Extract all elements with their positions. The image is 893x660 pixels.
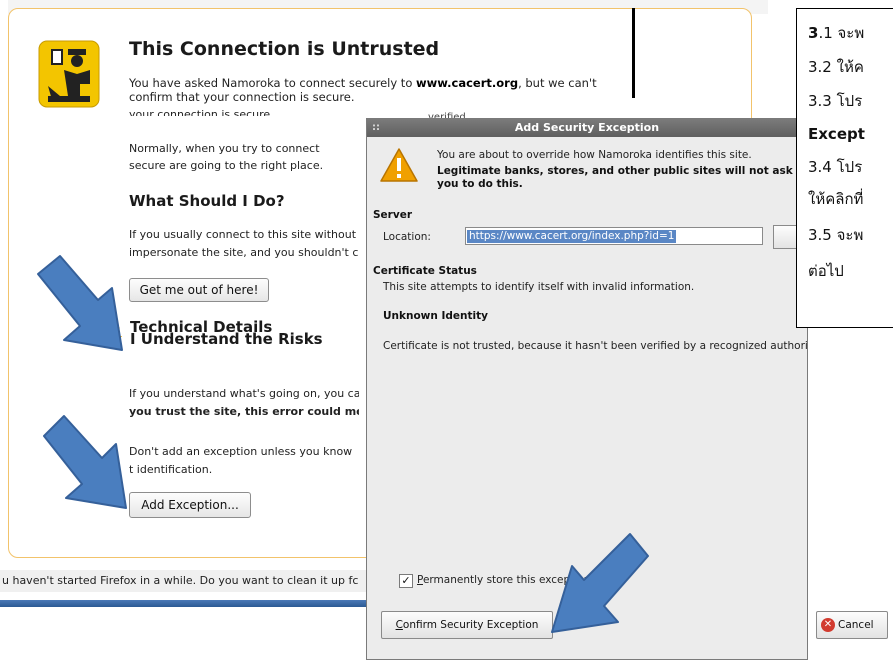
instruction-text: 3.2 ให้ค [808, 58, 864, 76]
intro-prefix: You have asked Namoroka to connect secur… [129, 76, 417, 90]
add-exception-button[interactable]: Add Exception... [129, 492, 251, 518]
usually-connect-text: If you usually connect to this site with… [129, 228, 359, 259]
normally-text: Normally, when you try to connect secure… [129, 142, 324, 172]
dont-add-text: Don't add an exception unless you know t… [129, 445, 353, 476]
titlebar-grip-icon[interactable]: :: [372, 119, 380, 137]
dialog-titlebar[interactable]: :: Add Security Exception [367, 119, 807, 137]
divider-line [632, 8, 635, 98]
understand-line: If you understand what's going on, you c… [129, 387, 359, 400]
cancel-icon: ✕ [821, 618, 835, 632]
cleanup-notification: u haven't started Firefox in a while. Do… [0, 570, 372, 592]
instruction-text: 3.3 โปร [808, 92, 863, 110]
confirm-security-exception-button[interactable]: Confirm Security Exception [381, 611, 553, 639]
page-title: This Connection is Untrusted [129, 38, 440, 60]
location-value[interactable]: https://www.cacert.org/index.php?id=1 [467, 230, 677, 243]
dialog-title: Add Security Exception [514, 121, 660, 134]
instruction-number: 3 [808, 24, 819, 42]
instruction-text: ให้คลิกที่ [808, 190, 864, 208]
instruction-text: 3.4 โปร [808, 158, 863, 176]
instruction-line: 3.4 โปร [808, 155, 862, 179]
intro-site: www.cacert.org [416, 76, 519, 90]
understand-bold-line: you trust the site, this error could mea… [129, 405, 359, 418]
instruction-line: ต่อไป [808, 259, 844, 283]
intro-text: You have asked Namoroka to connect secur… [129, 76, 609, 104]
instruction-text: Except [808, 125, 865, 143]
instruction-text: 3.5 จะพ [808, 226, 864, 244]
blue-arrow-add-exception [43, 415, 127, 509]
instruction-line: 3.3 โปร [808, 89, 862, 113]
server-heading: Server [373, 209, 413, 221]
intro-repeat-text: your connection is secure. [129, 108, 274, 116]
legitimate-sites-message: Legitimate banks, stores, and other publ… [437, 165, 793, 190]
not-trusted-text: Certificate is not trusted, because it h… [383, 340, 807, 352]
location-label: Location: [383, 231, 431, 243]
cancel-button[interactable]: ✕ Cancel [816, 611, 888, 639]
get-me-out-button[interactable]: Get me out of here! [129, 278, 269, 302]
instruction-text: .1 จะพ [818, 24, 865, 42]
instruction-box: 3.1 จะพ 3.2 ให้ค 3.3 โปร Except 3.4 โปรให้คล… [796, 8, 893, 328]
permanently-store-checkbox[interactable]: ✓ [399, 574, 413, 588]
police-officer-warning-icon [38, 40, 100, 108]
warning-triangle-icon [380, 148, 418, 182]
certificate-status-description: This site attempts to identify itself wi… [383, 281, 695, 293]
instruction-line: 3.1 จะพ [808, 21, 864, 45]
taskbar-strip [0, 600, 370, 607]
certificate-status-heading: Certificate Status [373, 265, 477, 277]
understand-risks-heading[interactable]: I Understand the Risks [130, 330, 323, 348]
instruction-line: 3.2 ให้ค [808, 55, 864, 79]
instruction-line: 3.5 จะพ [808, 223, 863, 247]
understand-text: If you understand what's going on, you c… [129, 385, 359, 421]
cancel-label: Cancel [838, 619, 874, 631]
instruction-text: ต่อไป [808, 262, 844, 280]
instruction-line: Except [808, 125, 865, 143]
override-message: You are about to override how Namoroka i… [437, 149, 752, 161]
what-should-i-do-heading: What Should I Do? [129, 192, 285, 210]
unknown-identity-heading: Unknown Identity [383, 310, 489, 322]
instruction-line: ให้คลิกที่ [808, 187, 863, 211]
blue-arrow-confirm [551, 533, 649, 633]
blue-arrow-technical [37, 255, 123, 351]
